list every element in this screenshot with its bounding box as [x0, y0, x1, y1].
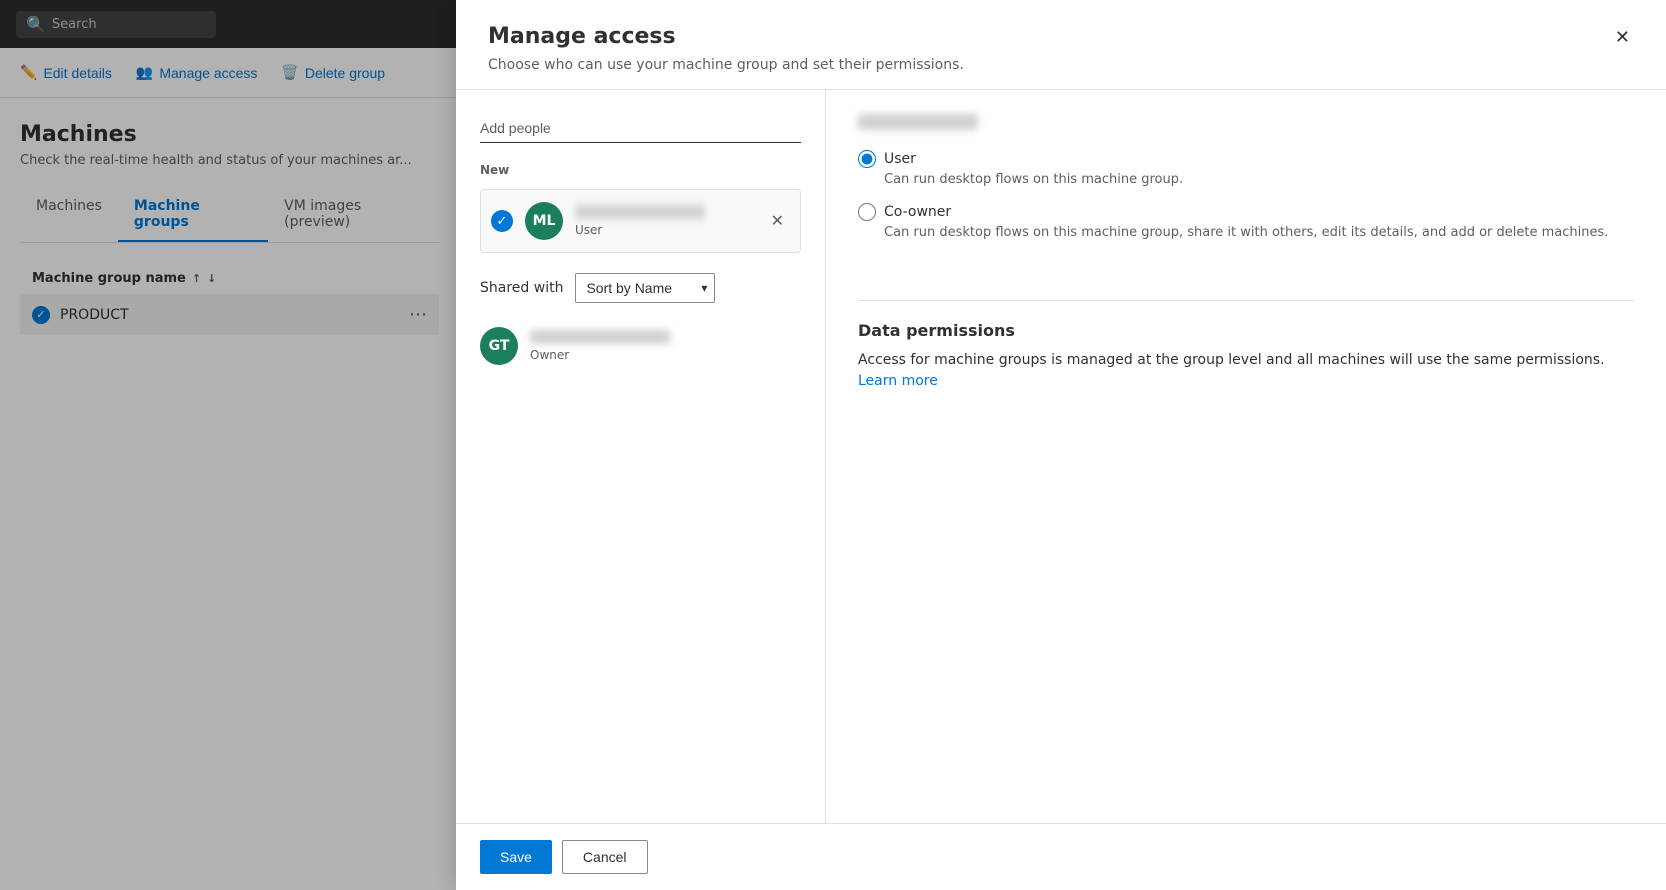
user-radio-label: User: [884, 151, 916, 167]
user-radio-input[interactable]: [858, 150, 876, 168]
role-radio-group: User Can run desktop flows on this machi…: [858, 150, 1634, 256]
modal-body: New ✓ ML User ✕ Shared with Sort by Name…: [456, 90, 1666, 823]
shared-with-label: Shared with: [480, 280, 563, 296]
user-role-option: User Can run desktop flows on this machi…: [858, 150, 1634, 187]
save-button[interactable]: Save: [480, 840, 552, 874]
divider: [858, 300, 1634, 301]
manage-access-modal: Manage access Choose who can use your ma…: [456, 0, 1666, 890]
modal-left-panel: New ✓ ML User ✕ Shared with Sort by Name…: [456, 90, 826, 823]
new-user-info: User: [575, 205, 753, 237]
data-permissions-text: Access for machine groups is managed at …: [858, 350, 1634, 392]
modal-header-text: Manage access Choose who can use your ma…: [488, 24, 964, 73]
new-user-avatar: ML: [525, 202, 563, 240]
shared-with-row: Shared with Sort by Name Sort by Role ▾: [480, 273, 801, 303]
sort-select-wrapper: Sort by Name Sort by Role ▾: [575, 273, 715, 303]
learn-more-link[interactable]: Learn more: [858, 373, 938, 389]
new-section-label: New: [480, 163, 801, 177]
coowner-radio-label: Co-owner: [884, 204, 951, 220]
modal-subtitle: Choose who can use your machine group an…: [488, 57, 964, 73]
owner-avatar: GT: [480, 327, 518, 365]
new-user-name-blurred: [575, 205, 705, 219]
shared-user-item: GT Owner: [480, 319, 801, 373]
modal-right-panel: User Can run desktop flows on this machi…: [826, 90, 1666, 823]
user-radio-desc: Can run desktop flows on this machine gr…: [884, 172, 1634, 187]
data-permissions-title: Data permissions: [858, 321, 1634, 340]
close-button[interactable]: ✕: [1611, 24, 1634, 50]
sort-select[interactable]: Sort by Name Sort by Role: [575, 273, 715, 303]
owner-name-blurred: [530, 330, 670, 344]
coowner-radio-input[interactable]: [858, 203, 876, 221]
coowner-radio-row: Co-owner: [858, 203, 1634, 221]
user-radio-row: User: [858, 150, 1634, 168]
modal-header: Manage access Choose who can use your ma…: [456, 0, 1666, 90]
role-title-blurred: [858, 114, 978, 130]
owner-role: Owner: [530, 348, 670, 362]
remove-user-button[interactable]: ✕: [765, 209, 790, 233]
coowner-role-option: Co-owner Can run desktop flows on this m…: [858, 203, 1634, 240]
modal-title: Manage access: [488, 24, 964, 49]
add-people-input[interactable]: [480, 114, 801, 143]
modal-footer: Save Cancel: [456, 823, 1666, 890]
coowner-radio-desc: Can run desktop flows on this machine gr…: [884, 225, 1634, 240]
new-user-role: User: [575, 223, 753, 237]
owner-info: Owner: [530, 330, 670, 362]
user-check-icon: ✓: [491, 210, 513, 232]
new-user-card: ✓ ML User ✕: [480, 189, 801, 253]
cancel-button[interactable]: Cancel: [562, 840, 648, 874]
